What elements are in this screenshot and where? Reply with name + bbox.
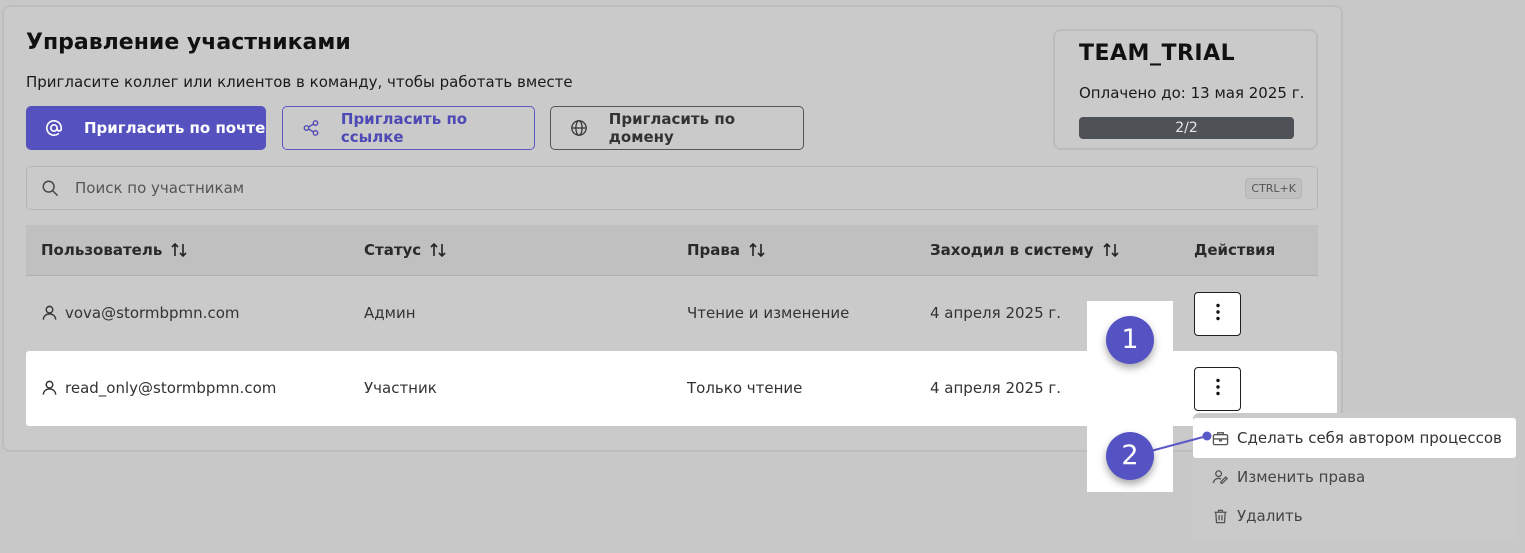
invite-domain-button[interactable]: Пригласить по домену bbox=[550, 106, 804, 150]
invite-link-label: Пригласить по ссылке bbox=[340, 110, 468, 146]
menu-item-make-author[interactable]: Сделать себя автором процессов bbox=[1193, 418, 1516, 458]
at-icon bbox=[44, 118, 64, 138]
column-rights[interactable]: Права bbox=[687, 241, 766, 259]
table-header: Пользователь Статус Права Заходил в сист… bbox=[26, 225, 1318, 276]
cell-last-login: 4 апреля 2025 г. bbox=[930, 379, 1062, 397]
cell-last-login: 4 апреля 2025 г. bbox=[930, 304, 1062, 322]
column-user[interactable]: Пользователь bbox=[41, 241, 188, 259]
cell-status: Участник bbox=[364, 379, 437, 397]
sort-icon[interactable] bbox=[170, 241, 188, 259]
sort-icon[interactable] bbox=[748, 241, 766, 259]
cell-status: Админ bbox=[364, 304, 416, 322]
search-box[interactable]: CTRL+K bbox=[26, 166, 1318, 210]
invite-domain-label: Пригласить по домену bbox=[608, 110, 735, 146]
column-status[interactable]: Статус bbox=[364, 241, 447, 259]
invite-email-button[interactable]: Пригласить по почте bbox=[26, 106, 266, 150]
column-actions: Действия bbox=[1194, 241, 1276, 259]
share-icon bbox=[301, 118, 321, 138]
step-marker-1: 1 bbox=[1106, 316, 1154, 364]
cell-rights: Чтение и изменение bbox=[687, 304, 850, 322]
trash-icon bbox=[1212, 508, 1229, 525]
search-shortcut-badge: CTRL+K bbox=[1245, 178, 1302, 199]
invite-link-button[interactable]: Пригласить по ссылке bbox=[282, 106, 535, 150]
globe-icon bbox=[569, 118, 589, 138]
search-input[interactable] bbox=[75, 179, 1175, 197]
plan-card: TEAM_TRIAL Оплачено до: 13 мая 2025 г. 2… bbox=[1053, 29, 1318, 150]
cell-rights: Только чтение bbox=[687, 379, 803, 397]
plan-name: TEAM_TRIAL bbox=[1079, 41, 1236, 66]
sort-icon[interactable] bbox=[429, 241, 447, 259]
user-edit-icon bbox=[1212, 469, 1229, 486]
menu-item-change-rights[interactable]: Изменить права bbox=[1193, 457, 1516, 497]
user-icon bbox=[41, 379, 59, 397]
row-actions-button[interactable] bbox=[1194, 292, 1241, 336]
column-last-login[interactable]: Заходил в систему bbox=[930, 241, 1120, 259]
cell-user: read_only@stormbpmn.com bbox=[41, 379, 276, 397]
more-vertical-icon bbox=[1215, 378, 1220, 400]
menu-item-delete[interactable]: Удалить bbox=[1193, 496, 1516, 536]
table-row: read_only@stormbpmn.com Участник Только … bbox=[26, 351, 1337, 426]
plan-seats-bar: 2/2 bbox=[1079, 117, 1294, 139]
page-subtitle: Пригласите коллег или клиентов в команду… bbox=[26, 73, 573, 91]
row-actions-menu: Сделать себя автором процессов Изменить … bbox=[1193, 413, 1516, 541]
cell-user: vova@stormbpmn.com bbox=[41, 304, 239, 322]
page-title: Управление участниками bbox=[26, 30, 351, 55]
plan-paid-until: Оплачено до: 13 мая 2025 г. bbox=[1079, 84, 1305, 102]
briefcase-icon bbox=[1212, 430, 1229, 447]
more-vertical-icon bbox=[1215, 303, 1220, 325]
search-icon bbox=[41, 179, 59, 197]
user-icon bbox=[41, 304, 59, 322]
row-actions-button[interactable] bbox=[1194, 367, 1241, 411]
sort-icon[interactable] bbox=[1102, 241, 1120, 259]
invite-email-label: Пригласить по почте bbox=[84, 119, 266, 137]
step-marker-2: 2 bbox=[1106, 432, 1154, 480]
